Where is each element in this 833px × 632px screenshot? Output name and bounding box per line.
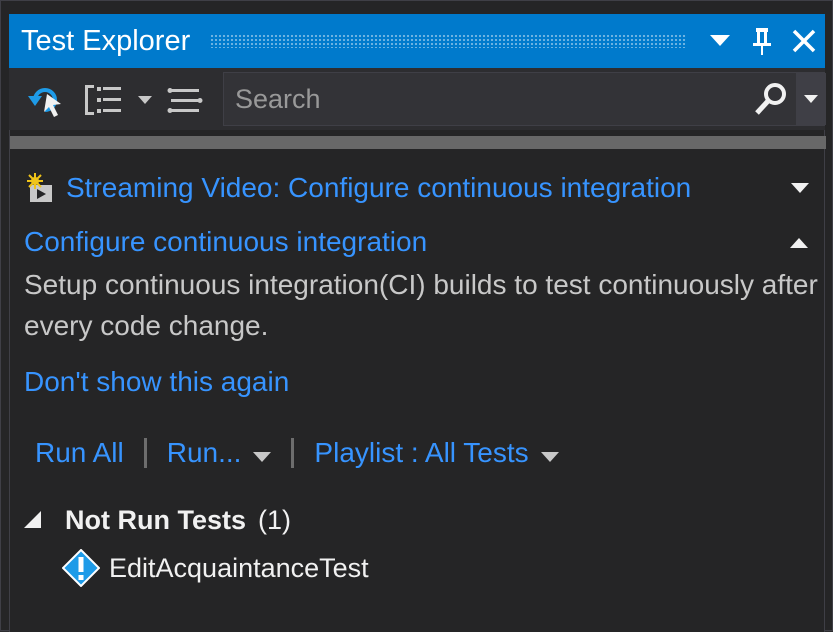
test-group-header[interactable]: Not Run Tests (1) [23, 502, 291, 538]
pin-icon [753, 28, 771, 55]
chevron-up-icon [790, 238, 808, 248]
test-name: EditAcquaintanceTest [109, 552, 369, 583]
search-button[interactable] [754, 81, 788, 122]
action-bar: Run All Run... Playlist : All Tests [35, 433, 559, 473]
dont-show-again-link[interactable]: Don't show this again [24, 366, 289, 398]
streaming-video-link[interactable]: Streaming Video: Configure continuous in… [66, 172, 691, 204]
collapse-section-button[interactable] [790, 235, 808, 253]
group-name: Not Run Tests [65, 504, 246, 535]
video-icon [27, 173, 52, 202]
chevron-down-icon [138, 96, 152, 104]
run-button[interactable] [27, 80, 65, 120]
title-bar[interactable]: Test Explorer [9, 14, 825, 68]
toolbar [9, 68, 826, 130]
group-by-button[interactable] [83, 80, 125, 120]
window-menu-button[interactable] [699, 14, 741, 68]
run-all-link[interactable]: Run All [35, 437, 124, 469]
search-options-dropdown[interactable] [796, 73, 826, 125]
group-count: (1) [258, 504, 291, 535]
group-by-dropdown[interactable] [138, 80, 152, 120]
run-dropdown-button[interactable] [253, 437, 272, 469]
separator [291, 438, 295, 468]
test-explorer-window: Test Explorer Search Streaming Video: Co… [0, 0, 833, 632]
streaming-video-row[interactable]: Streaming Video: Configure continuous in… [26, 170, 691, 206]
search-input[interactable] [224, 73, 744, 125]
playlist-link[interactable]: Playlist : All Tests [314, 437, 528, 469]
expand-video-button[interactable] [791, 180, 809, 198]
close-button[interactable] [783, 14, 825, 68]
chevron-down-icon [253, 452, 272, 462]
list-item[interactable]: EditAcquaintanceTest [62, 549, 369, 587]
test-explorer-content[interactable]: Streaming Video: Configure continuous in… [9, 130, 826, 632]
configure-ci-link[interactable]: Configure continuous integration [24, 226, 427, 258]
window-title: Test Explorer [21, 24, 191, 57]
chevron-down-icon [791, 183, 809, 193]
chevron-down-icon [710, 35, 730, 46]
separator [143, 438, 147, 468]
progress-bar [10, 136, 826, 149]
chevron-down-icon [540, 452, 559, 462]
drag-grip[interactable] [210, 34, 687, 48]
warning-icon [62, 549, 100, 587]
group-by-icon [85, 85, 121, 115]
close-icon [792, 29, 816, 53]
run-dropdown-link[interactable]: Run... [167, 437, 242, 469]
playlist-icon [167, 88, 203, 113]
refresh-run-icon [28, 88, 61, 117]
search-icon [755, 83, 786, 115]
ci-description: Setup continuous integration(CI) builds … [24, 269, 818, 341]
playlist-button[interactable] [167, 80, 203, 120]
playlist-dropdown-button[interactable] [540, 437, 559, 469]
pin-button[interactable] [741, 14, 783, 68]
search-box[interactable] [223, 72, 826, 126]
chevron-down-icon [804, 95, 818, 103]
collapse-triangle-icon[interactable] [23, 511, 43, 529]
